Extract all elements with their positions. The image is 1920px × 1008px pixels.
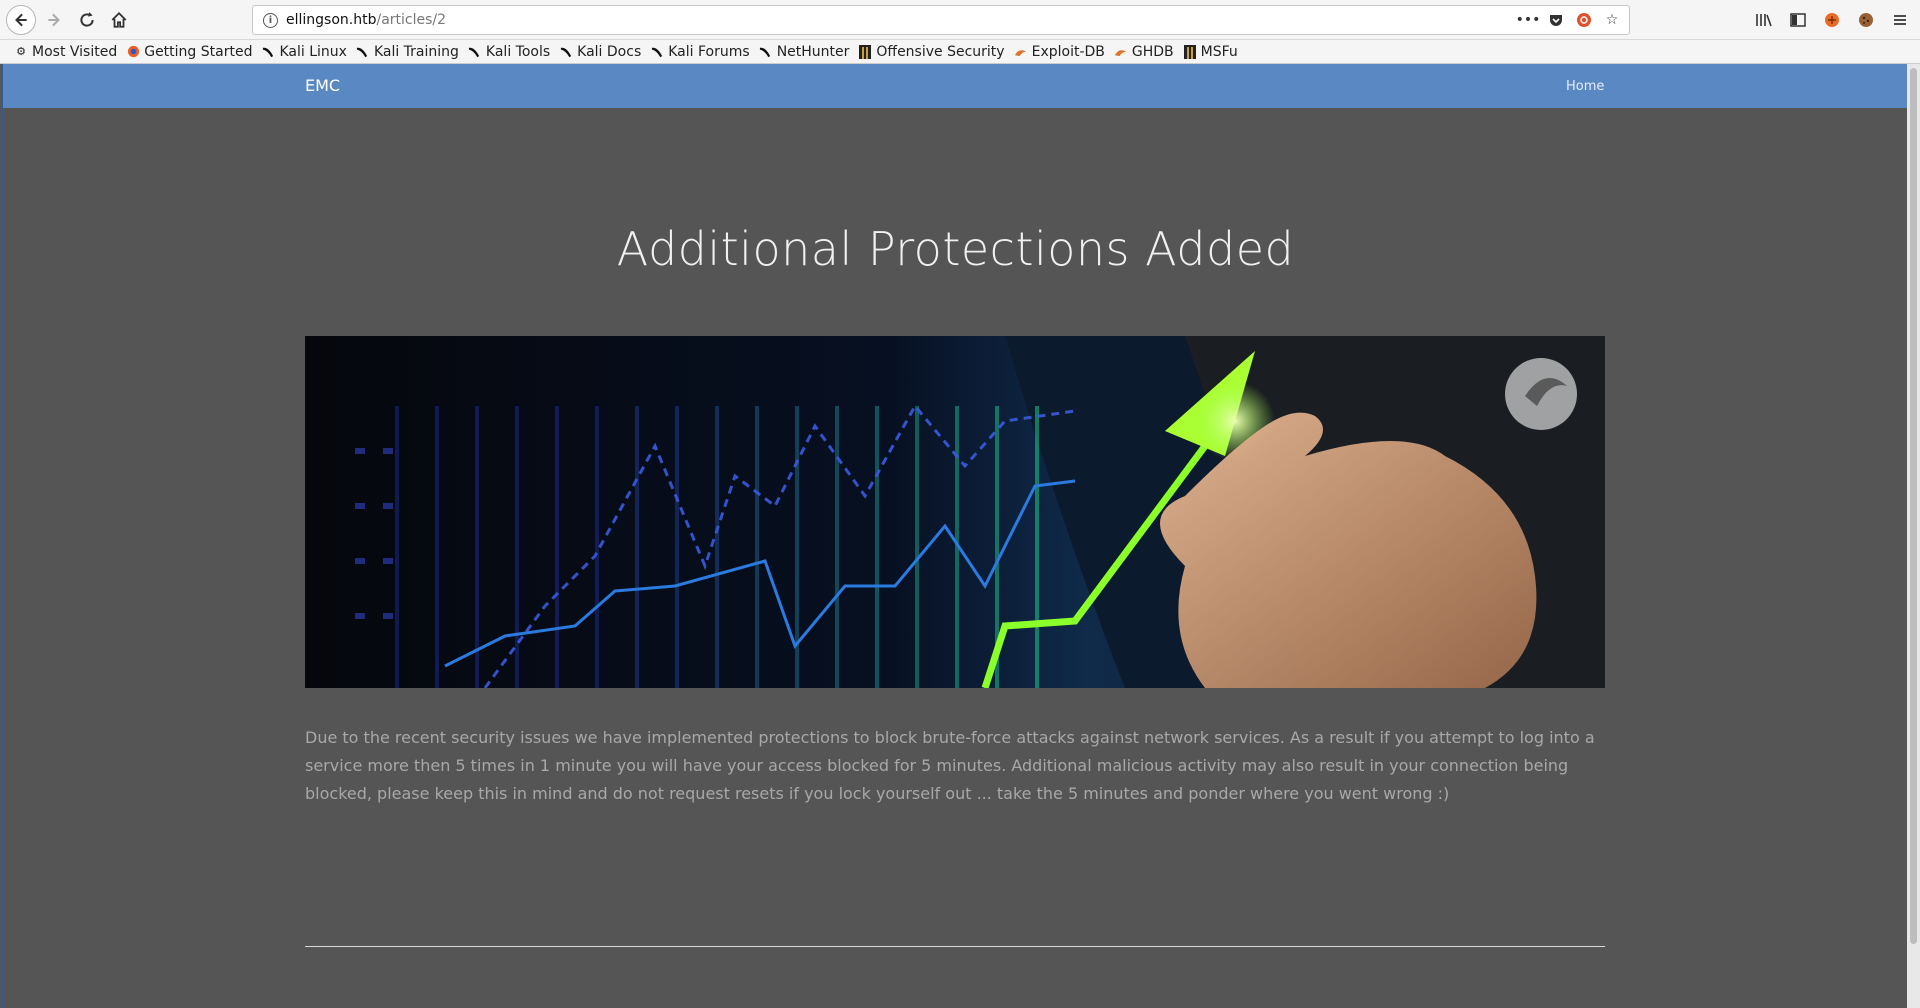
browser-toolbar: i ellingson.htb/articles/2 ••• ☆ [0,0,1920,40]
kali-dragon-icon [759,45,773,59]
sidebar-icon[interactable] [1788,8,1808,32]
bookmark-kali-docs[interactable]: Kali Docs [559,44,641,60]
cookie-icon[interactable] [1856,8,1876,32]
business-growth-chart-hand-image [305,336,1605,688]
bookmark-label: MSFu [1200,43,1238,60]
bookmark-offensive-security[interactable]: Offensive Security [858,43,1005,60]
bookmark-kali-training[interactable]: Kali Training [356,44,459,60]
kali-dragon-icon [261,45,275,59]
kali-dragon-icon [356,45,370,59]
bookmark-label: Kali Training [373,43,459,60]
address-bar[interactable]: i ellingson.htb/articles/2 ••• ☆ [252,5,1630,35]
bookmark-ghdb[interactable]: GHDB [1114,44,1174,60]
home-button[interactable] [105,6,133,34]
extension-icon[interactable] [1822,8,1842,32]
kali-dragon-icon [468,45,482,59]
article-title: Additional Protections Added [616,222,1295,276]
bookmark-label: Exploit-DB [1031,43,1105,60]
firefox-icon [126,45,140,59]
bookmark-label: GHDB [1131,43,1174,60]
arrow-left-icon [15,13,27,27]
offsec-icon [1183,44,1197,59]
site-navbar: EMC Home [3,64,1907,108]
bookmark-msfu[interactable]: MSFu [1183,44,1238,60]
bookmark-kali-linux[interactable]: Kali Linux [261,43,347,60]
kali-dragon-icon [650,45,664,59]
nav-home-link[interactable]: Home [1566,79,1604,94]
page-content: EMC Home Additional Protections Added Du… [1,64,1907,1008]
bookmark-nethunter[interactable]: NetHunter [759,43,850,60]
article-hero-image [305,336,1605,688]
url-text[interactable]: ellingson.htb/articles/2 [286,12,446,28]
bookmark-label: Kali Forums [668,43,750,60]
bookmark-label: Offensive Security [876,43,1005,60]
kali-dragon-icon [559,45,573,59]
home-icon [111,11,127,28]
bookmark-star-icon[interactable]: ☆ [1603,10,1621,30]
bookmark-label: Kali Tools [485,43,551,60]
scrollbar-thumb[interactable] [1910,68,1917,944]
site-brand[interactable]: EMC [305,76,340,95]
more-icon[interactable]: ••• [1516,10,1541,30]
library-icon[interactable] [1754,8,1774,32]
forward-button[interactable] [40,6,68,34]
exploitdb-icon [1014,45,1028,59]
url-host: ellingson.htb [286,12,377,28]
bookmark-getting-started[interactable]: Getting Started [126,44,252,60]
bookmark-label: Most Visited [32,43,118,60]
info-icon[interactable]: i [263,13,278,28]
bookmark-exploit-db[interactable]: Exploit-DB [1014,44,1105,60]
reload-button[interactable] [73,6,101,34]
url-actions: ••• ☆ [1516,10,1621,30]
pocket-icon[interactable] [1547,10,1565,30]
divider [305,946,1605,947]
bookmark-most-visited[interactable]: ⚙ Most Visited [14,44,117,60]
back-button[interactable] [6,5,36,35]
arrow-right-icon [48,13,60,27]
exploitdb-icon [1114,45,1128,59]
right-toolbar [1754,8,1910,32]
gear-icon: ⚙ [16,45,26,58]
bookmark-label: Kali Linux [279,43,347,60]
bookmark-label: Getting Started [144,43,253,60]
bookmarks-bar: ⚙ Most Visited Getting Started Kali Linux… [0,40,1920,64]
offsec-icon [858,44,872,59]
menu-icon[interactable] [1890,8,1910,32]
bookmark-kali-tools[interactable]: Kali Tools [468,44,550,60]
ublock-icon[interactable] [1575,10,1593,30]
reload-icon [80,12,94,27]
article-body: Due to the recent security issues we hav… [305,728,1595,803]
bookmark-label: NetHunter [776,43,850,60]
page-scrollbar[interactable] [1907,64,1920,1008]
bookmark-label: Kali Docs [577,43,642,60]
url-path: /articles/2 [376,12,447,28]
bookmark-kali-forums[interactable]: Kali Forums [650,43,750,60]
